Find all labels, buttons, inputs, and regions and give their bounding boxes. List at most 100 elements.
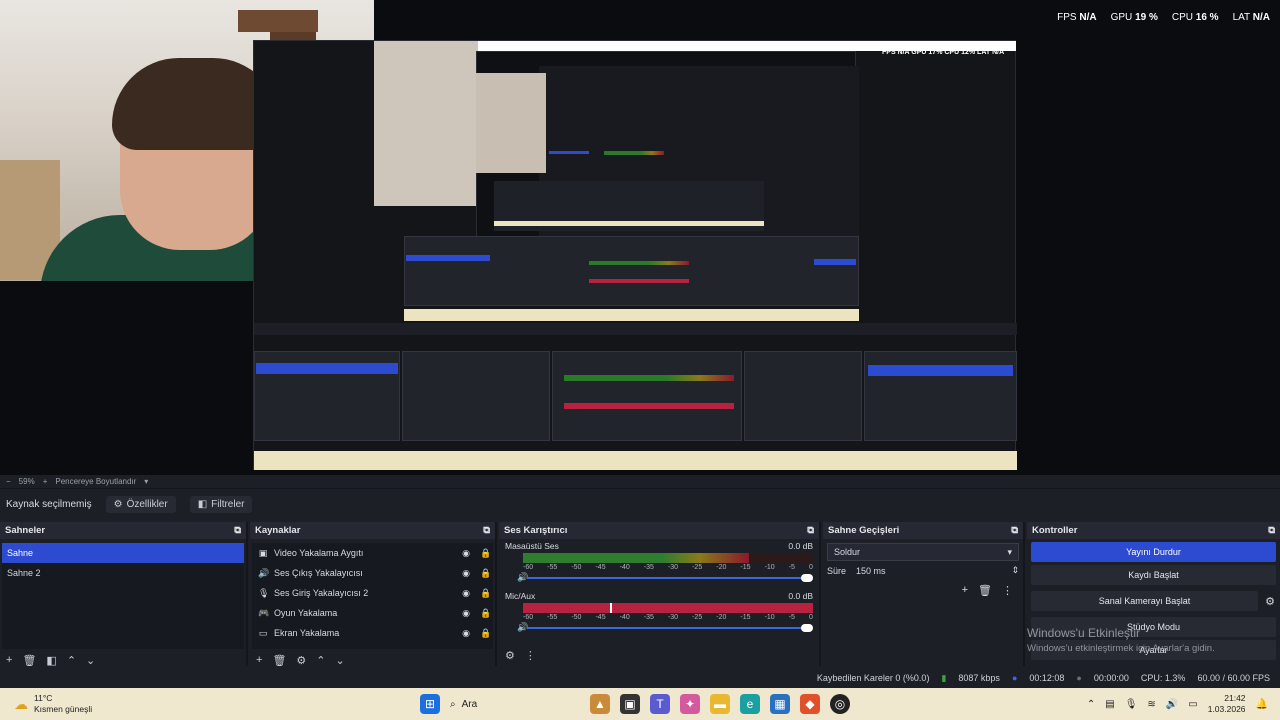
eye-icon[interactable]: ◉	[459, 588, 473, 599]
mixer-channel-desktop: Masaüstü Ses 0.0 dB -60 -55 -50 -45 -40 -35 -30…	[499, 539, 819, 585]
stream-icon: ●	[1011, 673, 1018, 683]
eye-icon[interactable]: ◉	[459, 548, 473, 559]
properties-button[interactable]: ⚙ Özellikler	[105, 495, 176, 513]
landscape-icon[interactable]: ▲	[590, 694, 610, 714]
filters-button[interactable]: ◧ Filtreler	[189, 495, 253, 513]
eye-icon[interactable]: ◉	[459, 608, 473, 619]
dock-menu-icon[interactable]: ⧉	[483, 525, 490, 536]
source-item[interactable]: 🎮 Oyun Yakalama ◉ 🔒	[252, 603, 493, 623]
obs-icon[interactable]: ◎	[830, 694, 850, 714]
edge-icon[interactable]: e	[740, 694, 760, 714]
performance-stats: FPS N/A GPU 19 % CPU 16 % LAT N/A	[1057, 12, 1270, 23]
dock-menu-icon[interactable]: ⧉	[1011, 525, 1018, 536]
chevron-down-icon: ▾	[1007, 546, 1012, 557]
scene-item[interactable]: Sahne 2	[2, 563, 244, 583]
copilot-icon[interactable]: ✦	[680, 694, 700, 714]
meter-tick: -35	[643, 614, 654, 621]
meter-tick: -15	[740, 564, 751, 571]
dock-menu-icon[interactable]: ⧉	[1268, 525, 1275, 536]
tray-icon[interactable]: ▤	[1105, 699, 1114, 710]
notification-icon[interactable]: 🔔	[1256, 699, 1268, 710]
meter-tick: -60	[523, 614, 534, 621]
lock-icon[interactable]: 🔒	[479, 568, 493, 579]
record-time: 00:00:00	[1093, 673, 1129, 683]
channel-db: 0.0 dB	[788, 541, 813, 551]
chevron-up-icon[interactable]: ⌃	[1087, 699, 1095, 710]
transition-select[interactable]: Soldur ▾	[827, 543, 1019, 561]
source-toolbar: Kaynak seçilmemiş ⚙ Özellikler ◧ Filtreler	[0, 490, 1280, 518]
meter-tick: -15	[740, 614, 751, 621]
menu-dots-icon[interactable]: ⋮	[1002, 584, 1013, 597]
lock-icon[interactable]: 🔒	[479, 548, 493, 559]
chevron-down-icon[interactable]: ⌄	[336, 654, 345, 667]
bitrate: 8087 kbps	[958, 673, 1000, 683]
meter-tick: -55	[547, 564, 558, 571]
dropped-frames: Kaybedilen Kareler 0 (%0.0)	[816, 673, 930, 683]
store-icon[interactable]: ▦	[770, 694, 790, 714]
clock[interactable]: 21:42 1.03.2026	[1208, 693, 1246, 715]
record-icon: ●	[1076, 673, 1082, 683]
meter-tick: -50	[571, 564, 582, 571]
meter-tick: -10	[764, 614, 775, 621]
source-item[interactable]: 🔊 Ses Çıkış Yakalayıcısı ◉ 🔒	[252, 563, 493, 583]
eye-icon[interactable]: ◉	[459, 628, 473, 639]
taskbar-search[interactable]: ⌕ Ara	[450, 699, 580, 710]
menu-dots-icon[interactable]: ⋮	[525, 649, 536, 662]
duration-input[interactable]: 150 ms	[856, 566, 1001, 576]
monitor-icon: ▭	[258, 627, 268, 638]
resize-to-window[interactable]: Pencereye Boyutlandır	[55, 477, 136, 486]
status-bar: Kaybedilen Kareler 0 (%0.0) ▮ 8087 kbps …	[0, 668, 1280, 688]
weather-widget[interactable]: ☁ 11°C Kısmen güneşli	[0, 693, 420, 715]
trash-icon[interactable]: 🗑	[978, 584, 992, 597]
wifi-icon[interactable]: ≋	[1147, 699, 1155, 710]
meter-tick: -20	[716, 614, 727, 621]
speaker-icon[interactable]: 🔊	[1166, 699, 1178, 710]
volume-meter	[523, 553, 813, 563]
teams-icon[interactable]: T	[650, 694, 670, 714]
mic-icon[interactable]: 🎙	[1125, 699, 1138, 710]
lock-icon[interactable]: 🔒	[479, 588, 493, 599]
add-icon[interactable]: +	[962, 584, 968, 597]
stepper-icon[interactable]: ⇕	[1011, 565, 1019, 576]
gear-icon[interactable]: ⚙	[296, 654, 306, 667]
meter-tick: -45	[595, 614, 606, 621]
virtual-camera-button[interactable]: Sanal Kamerayı Başlat	[1031, 591, 1258, 611]
signal-icon: ▮	[941, 672, 947, 683]
brave-icon[interactable]: ◆	[800, 694, 820, 714]
chevron-up-icon[interactable]: ⌃	[67, 654, 76, 667]
zoom-in-button[interactable]: +	[43, 477, 48, 486]
chevron-up-icon[interactable]: ⌃	[316, 654, 325, 667]
settings-icon[interactable]: ⚙	[505, 649, 515, 662]
dock-menu-icon[interactable]: ⧉	[807, 525, 814, 536]
activation-watermark-title: Windows'u Etkinleştir	[1027, 626, 1140, 640]
gear-icon[interactable]: ⚙	[1260, 595, 1280, 608]
chevron-down-icon[interactable]: ▾	[144, 477, 148, 486]
add-icon[interactable]: +	[6, 654, 12, 666]
scene-item[interactable]: Sahne	[2, 543, 244, 563]
trash-icon[interactable]: 🗑	[272, 654, 286, 667]
filter-icon[interactable]: ◧	[46, 654, 56, 667]
meter-tick: -45	[595, 564, 606, 571]
start-record-button[interactable]: Kaydı Başlat	[1031, 565, 1276, 585]
lock-icon[interactable]: 🔒	[479, 608, 493, 619]
dock-menu-icon[interactable]: ⧉	[234, 525, 241, 536]
add-icon[interactable]: +	[256, 654, 262, 666]
battery-icon[interactable]: ▭	[1188, 699, 1197, 710]
eye-icon[interactable]: ◉	[459, 568, 473, 579]
meter-tick: 0	[808, 564, 813, 571]
source-item[interactable]: 🎙 Ses Giriş Yakalayıcısı 2 ◉ 🔒	[252, 583, 493, 603]
stop-stream-button[interactable]: Yayını Durdur	[1031, 542, 1276, 562]
chevron-down-icon[interactable]: ⌄	[86, 654, 95, 667]
volume-slider[interactable]: 🔊	[517, 572, 813, 583]
meter-tick: -30	[667, 614, 679, 621]
lock-icon[interactable]: 🔒	[479, 628, 493, 639]
zoom-out-button[interactable]: −	[6, 477, 11, 486]
source-item[interactable]: ▣ Video Yakalama Aygıtı ◉ 🔒	[252, 543, 493, 563]
source-item[interactable]: ▭ Ekran Yakalama ◉ 🔒	[252, 623, 493, 643]
trash-icon[interactable]: 🗑	[22, 654, 36, 667]
task-view-icon[interactable]: ▣	[620, 694, 640, 714]
volume-slider[interactable]: 🔊	[517, 622, 813, 633]
folder-icon[interactable]: ▬	[710, 694, 730, 714]
start-icon[interactable]: ⊞	[420, 694, 440, 714]
program-preview[interactable]: FPS N/A GPU 17% CPU 12% LAT N/A FPS N/A …	[0, 0, 1280, 475]
